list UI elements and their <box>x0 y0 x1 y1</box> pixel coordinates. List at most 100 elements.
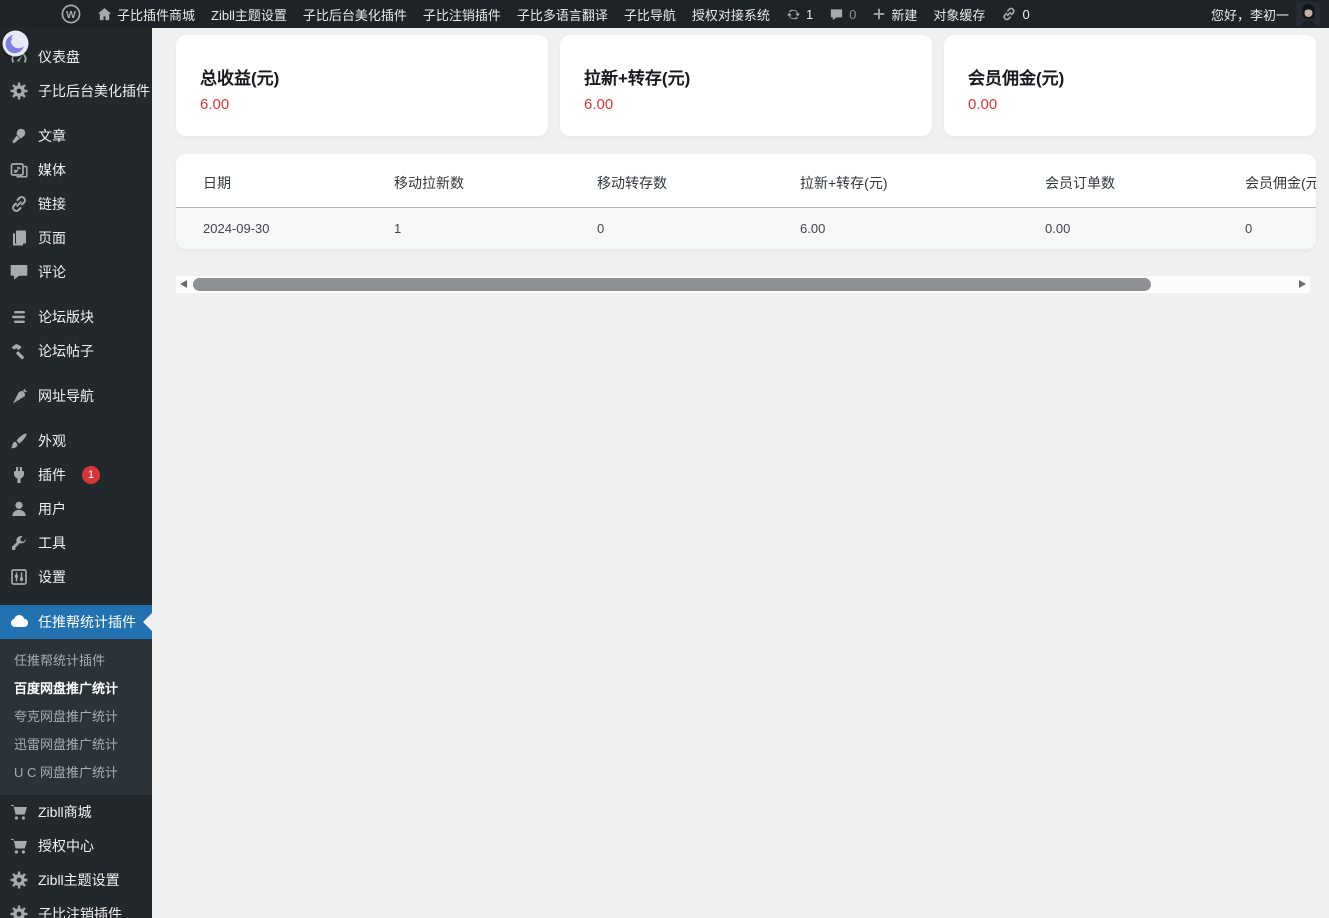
update-refresh-icon <box>786 9 800 19</box>
sidebar-item-zibll-shop[interactable]: Zibll商城 <box>0 795 152 829</box>
sidebar-item-forum-sections[interactable]: 论坛版块 <box>0 300 152 334</box>
table-row: 2024-09-30 1 0 6.00 0.00 0 <box>176 207 1316 249</box>
col-header-member-commission: 会员佣金(元) <box>1218 154 1316 208</box>
gear-icon <box>9 81 29 101</box>
sidebar-item-plugins[interactable]: 插件 1 <box>0 458 152 492</box>
cell-member-commission: 0 <box>1218 207 1316 249</box>
comments-count: 0 <box>849 6 857 22</box>
sidebar-item-auth-center[interactable]: 授权中心 <box>0 829 152 863</box>
link-chain-icon <box>1003 7 1016 21</box>
comment-bubble-icon <box>831 8 843 20</box>
media-icon <box>9 160 29 180</box>
stat-card-member-commission: 会员佣金(元) 0.00 <box>944 35 1316 136</box>
sidebar-item-label: 工具 <box>38 535 66 551</box>
horizontal-scrollbar[interactable] <box>176 276 1310 293</box>
col-header-mobile-save: 移动转存数 <box>570 154 773 208</box>
sidebar-item-forum-posts[interactable]: 论坛帖子 <box>0 334 152 368</box>
sidebar-item-url-nav[interactable]: 网址导航 <box>0 379 152 413</box>
sidebar-item-label: 子比后台美化插件 <box>38 83 150 99</box>
scroll-left-arrow[interactable] <box>180 280 187 288</box>
sidebar-item-zibll-theme-settings[interactable]: Zibll主题设置 <box>0 863 152 897</box>
sidebar-item-comments[interactable]: 评论 <box>0 255 152 289</box>
ab-menu-auth-system[interactable]: 授权对接系统 <box>684 0 778 28</box>
sidebar-item-label: 仪表盘 <box>38 49 80 65</box>
menu-separator <box>0 594 152 605</box>
submenu-item-rentuibang[interactable]: 任推帮统计插件 <box>0 647 152 675</box>
sidebar-item-label: 外观 <box>38 433 66 449</box>
avatar-image <box>1296 2 1320 26</box>
crescent-moon-icon <box>2 30 29 57</box>
gear-icon <box>9 870 29 890</box>
wordpress-logo-icon[interactable]: W <box>53 0 89 28</box>
new-content-menu[interactable]: 新建 <box>864 0 925 28</box>
sidebar-item-appearance[interactable]: 外观 <box>0 424 152 458</box>
col-header-date: 日期 <box>176 154 367 208</box>
scrollbar-thumb[interactable] <box>193 278 1151 291</box>
night-mode-floating-ball[interactable] <box>2 30 29 57</box>
col-header-member-orders: 会员订单数 <box>1018 154 1218 208</box>
submenu-item-baidu-stats[interactable]: 百度网盘推广统计 <box>0 675 152 703</box>
ab-menu-zibll-theme[interactable]: Zibll主题设置 <box>203 0 295 28</box>
sidebar-item-logout-plugin[interactable]: 子比注销插件 <box>0 897 152 918</box>
sidebar-item-users[interactable]: 用户 <box>0 492 152 526</box>
sidebar-item-settings[interactable]: 设置 <box>0 560 152 594</box>
col-header-new-plus-save: 拉新+转存(元) <box>773 154 1018 208</box>
sidebar-item-posts[interactable]: 文章 <box>0 119 152 153</box>
scroll-right-arrow[interactable] <box>1299 280 1306 288</box>
sidebar-item-links[interactable]: 链接 <box>0 187 152 221</box>
submenu-item-xunlei-stats[interactable]: 迅雷网盘推广统计 <box>0 731 152 759</box>
sidebar-item-label: 子比注销插件 <box>38 906 122 918</box>
active-menu-arrow <box>143 613 152 631</box>
admin-bar-right: 您好，李初一 <box>1211 2 1329 26</box>
sidebar-item-label: 评论 <box>38 264 66 280</box>
ab-menu-beautify-plugin[interactable]: 子比后台美化插件 <box>295 0 415 28</box>
users-icon <box>9 499 29 519</box>
stat-card-value: 6.00 <box>584 96 614 113</box>
stat-card-new-plus-save: 拉新+转存(元) 6.00 <box>560 35 932 136</box>
updates-indicator[interactable]: 1 <box>778 0 821 28</box>
menu-separator <box>0 368 152 379</box>
col-header-mobile-new: 移动拉新数 <box>367 154 570 208</box>
object-cache-menu[interactable]: 对象缓存 <box>925 0 993 28</box>
sidebar-item-label: 页面 <box>38 230 66 246</box>
cart-icon <box>9 836 29 856</box>
sidebar-item-pages[interactable]: 页面 <box>0 221 152 255</box>
sidebar-item-label: 论坛版块 <box>38 309 94 325</box>
stat-card-value: 6.00 <box>200 96 230 113</box>
sidebar-item-label: 用户 <box>38 501 66 517</box>
rentuibang-submenu: 任推帮统计插件 百度网盘推广统计 夸克网盘推广统计 迅雷网盘推广统计 U C 网… <box>0 639 152 795</box>
sidebar-item-rentuibang-stats[interactable]: 任推帮统计插件 <box>0 605 152 639</box>
sidebar-item-beautify-plugin[interactable]: 子比后台美化插件 <box>0 74 152 108</box>
account-greeting[interactable]: 您好，李初一 <box>1211 5 1289 24</box>
admin-bar-left: W 子比插件商城 Zibll主题设置 子比后台美化插件 子比注销插件 子比多语言… <box>0 0 1038 28</box>
comment-icon <box>9 262 29 282</box>
hammer-icon <box>9 341 29 361</box>
site-home-menu[interactable]: 子比插件商城 <box>89 0 203 28</box>
stat-card-title: 总收益(元) <box>200 69 280 88</box>
pages-icon <box>9 228 29 248</box>
sidebar-item-label: Zibll主题设置 <box>38 872 120 888</box>
table-header-row: 日期 移动拉新数 移动转存数 拉新+转存(元) 会员订单数 会员佣金(元) <box>176 154 1316 208</box>
settings-icon <box>9 567 29 587</box>
sidebar-item-tools[interactable]: 工具 <box>0 526 152 560</box>
submenu-item-quark-stats[interactable]: 夸克网盘推广统计 <box>0 703 152 731</box>
ab-menu-nav[interactable]: 子比导航 <box>616 0 684 28</box>
links-indicator[interactable]: 0 <box>993 0 1037 28</box>
sidebar-item-media[interactable]: 媒体 <box>0 153 152 187</box>
main-content: 总收益(元) 6.00 拉新+转存(元) 6.00 会员佣金(元) 0.00 日… <box>152 28 1329 918</box>
comments-indicator[interactable]: 0 <box>821 0 864 28</box>
sidebar-item-label: 授权中心 <box>38 838 94 854</box>
menu-separator <box>0 289 152 300</box>
submenu-item-uc-stats[interactable]: U C 网盘推广统计 <box>0 759 152 787</box>
menu-separator <box>0 108 152 119</box>
cell-member-orders: 0.00 <box>1018 207 1218 249</box>
avatar[interactable] <box>1296 2 1320 26</box>
home-icon <box>97 7 112 20</box>
ab-menu-multilang[interactable]: 子比多语言翻译 <box>509 0 616 28</box>
ab-menu-logout-plugin[interactable]: 子比注销插件 <box>415 0 509 28</box>
cell-date: 2024-09-30 <box>176 207 367 249</box>
sidebar-item-label: 插件 <box>38 467 66 483</box>
stat-cards-row: 总收益(元) 6.00 拉新+转存(元) 6.00 会员佣金(元) 0.00 <box>176 35 1316 136</box>
cell-mobile-new: 1 <box>367 207 570 249</box>
chain-icon <box>9 194 29 214</box>
